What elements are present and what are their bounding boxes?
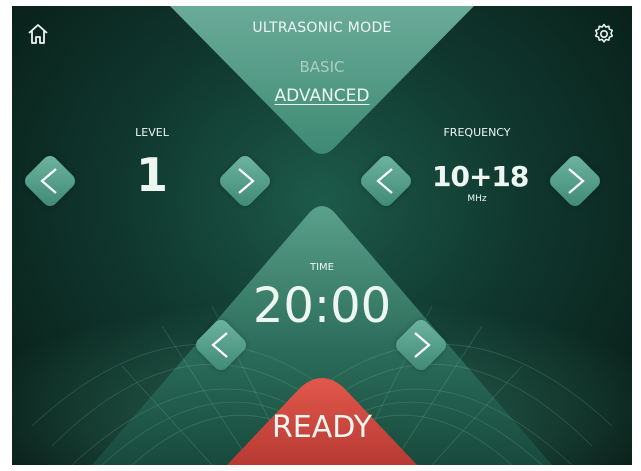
chevron-left-icon [376,168,393,194]
level-increase-button[interactable] [216,152,274,210]
mode-option-basic[interactable]: BASIC [242,58,402,76]
frequency-label: FREQUENCY [443,126,511,139]
level-value: 1 [135,148,168,202]
mode-option-advanced[interactable]: ADVANCED [242,86,402,106]
chevron-right-icon [568,168,585,194]
frequency-increase-button[interactable] [546,152,604,210]
chevron-right-icon [414,332,431,358]
gear-icon[interactable] [592,22,616,46]
chevron-right-icon [238,168,255,194]
home-icon[interactable] [26,22,50,46]
ready-button[interactable]: READY [242,410,402,445]
time-decrease-button[interactable] [192,316,250,374]
frequency-value: 10+18 [432,160,529,193]
time-increase-button[interactable] [392,316,450,374]
page-title: ULTRASONIC MODE [252,20,392,36]
frequency-decrease-button[interactable] [357,152,415,210]
level-decrease-button[interactable] [21,152,79,210]
chevron-left-icon [40,168,57,194]
chevron-left-icon [211,332,228,358]
level-label: LEVEL [135,126,169,139]
frequency-unit: MHz [467,194,487,204]
time-label: TIME [309,262,334,273]
ultrasonic-screen: ULTRASONIC MODE BASIC ADVANCED LEVEL 1 F… [12,6,632,465]
